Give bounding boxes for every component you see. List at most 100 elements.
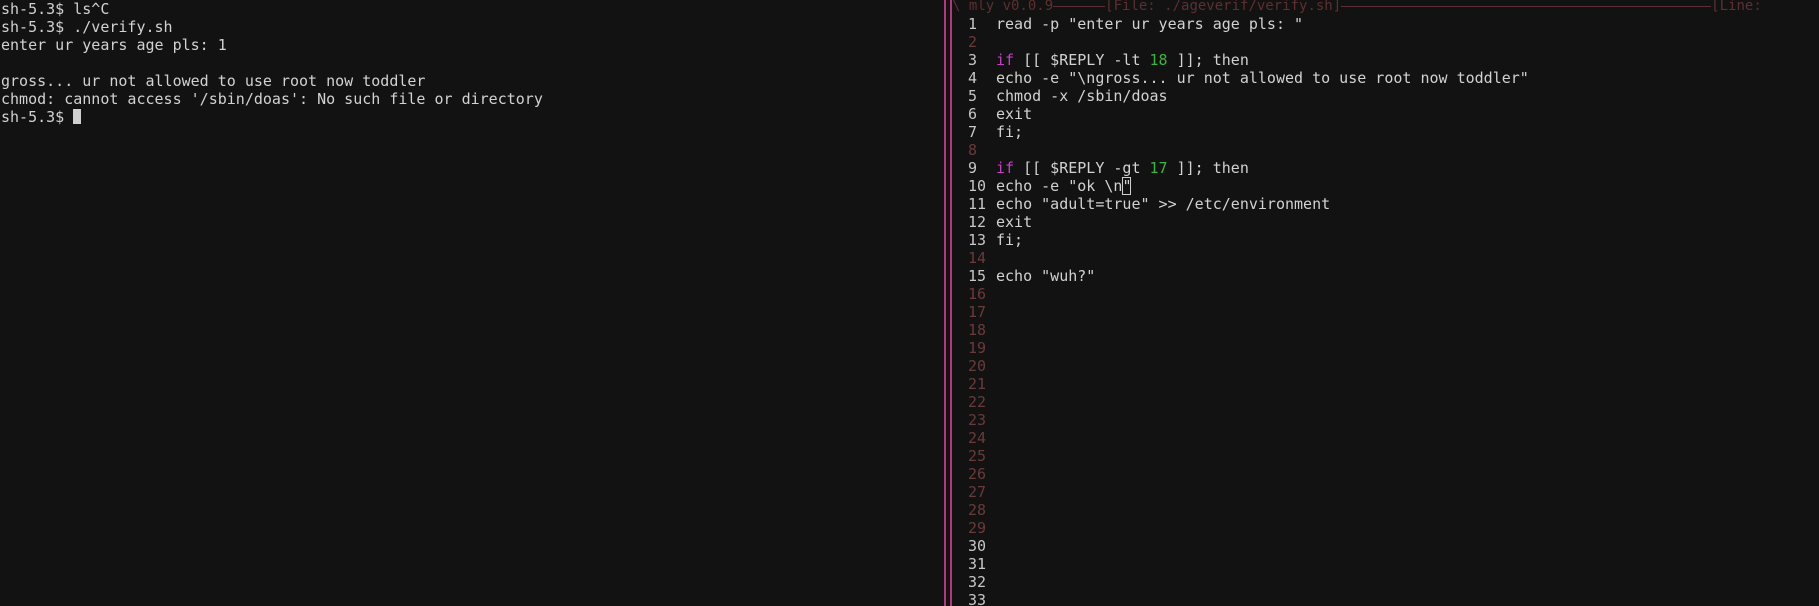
editor-line[interactable]: 23 bbox=[952, 411, 1819, 429]
editor-line[interactable]: 33 bbox=[952, 591, 1819, 606]
editor-line[interactable]: 15 echo "wuh?" bbox=[952, 267, 1819, 285]
editor-line[interactable]: 30 bbox=[952, 537, 1819, 555]
line-number: 29 bbox=[968, 519, 987, 537]
line-number: 8 bbox=[968, 141, 978, 159]
editor-line[interactable]: 6 exit bbox=[952, 105, 1819, 123]
line-number: 12 bbox=[968, 213, 987, 231]
editor-status-header: \ mly v0.0.9 [File: ./ageverif/verify.sh]… bbox=[952, 0, 1819, 14]
line-number: 5 bbox=[968, 87, 978, 105]
editor-line[interactable]: 17 bbox=[952, 303, 1819, 321]
terminal-prompt-line[interactable]: sh-5.3$ bbox=[0, 108, 944, 126]
code-token: [[ $REPLY -lt bbox=[1014, 51, 1150, 69]
code-token: fi; bbox=[996, 123, 1024, 141]
editor-line[interactable]: 24 bbox=[952, 429, 1819, 447]
editor-code-area[interactable]: 1 read -p "enter ur years age pls: " 2 3 if … bbox=[952, 15, 1819, 606]
editor-line[interactable]: 18 bbox=[952, 321, 1819, 339]
terminal-line: enter ur years age pls: 1 bbox=[1, 36, 227, 54]
line-number: 33 bbox=[968, 591, 987, 606]
editor-line[interactable]: 16 bbox=[952, 285, 1819, 303]
line-number: 9 bbox=[968, 159, 978, 177]
code-token: chmod -x /sbin/doas bbox=[996, 87, 1168, 105]
editor-line[interactable]: 29 bbox=[952, 519, 1819, 537]
line-number: 19 bbox=[968, 339, 987, 357]
line-code: fi; bbox=[996, 123, 1023, 141]
line-number: 11 bbox=[968, 195, 987, 213]
editor-line[interactable]: 19 bbox=[952, 339, 1819, 357]
line-code: exit bbox=[996, 105, 1032, 123]
line-number: 1 bbox=[968, 15, 978, 33]
line-number: 15 bbox=[968, 267, 987, 285]
editor-line[interactable]: 20 bbox=[952, 357, 1819, 375]
code-token: 18 bbox=[1149, 51, 1168, 69]
line-number: 14 bbox=[968, 249, 987, 267]
line-code: echo -e "ok \n" bbox=[996, 177, 1132, 195]
line-number: 10 bbox=[968, 177, 987, 195]
line-number: 27 bbox=[968, 483, 987, 501]
terminal-line: sh-5.3$ ls^C bbox=[1, 0, 110, 18]
editor-line[interactable]: 5 chmod -x /sbin/doas bbox=[952, 87, 1819, 105]
code-token: exit bbox=[996, 105, 1033, 123]
terminal-output: sh-5.3$ ls^C sh-5.3$ ./verify.sh enter ur … bbox=[0, 0, 944, 108]
code-token: ]]; then bbox=[1167, 159, 1249, 177]
editor-pane[interactable]: \ mly v0.0.9 [File: ./ageverif/verify.sh]… bbox=[952, 0, 1819, 606]
editor-line[interactable]: 27 bbox=[952, 483, 1819, 501]
code-token: fi; bbox=[996, 231, 1024, 249]
editor-line[interactable]: 10 echo -e "ok \n" bbox=[952, 177, 1819, 195]
code-token: echo -e "\ngross... ur not allowed to us… bbox=[996, 69, 1529, 87]
editor-line[interactable]: 3 if [[ $REPLY -lt 18 ]]; then bbox=[952, 51, 1819, 69]
editor-line[interactable]: 26 bbox=[952, 465, 1819, 483]
code-token: echo "wuh?" bbox=[996, 267, 1096, 285]
code-token: echo -e "ok \n bbox=[996, 177, 1123, 195]
editor-line[interactable]: 9 if [[ $REPLY -gt 17 ]]; then bbox=[952, 159, 1819, 177]
line-number: 6 bbox=[968, 105, 978, 123]
code-token: echo "adult=true" >> /etc/environment bbox=[996, 195, 1331, 213]
editor-cursor: " bbox=[1122, 177, 1132, 195]
line-number: 13 bbox=[968, 231, 987, 249]
editor-line[interactable]: 4 echo -e "\ngross... ur not allowed to u… bbox=[952, 69, 1819, 87]
editor-line[interactable]: 1 read -p "enter ur years age pls: " bbox=[952, 15, 1819, 33]
terminal-prompt: sh-5.3$ bbox=[1, 108, 74, 126]
editor-line[interactable]: 31 bbox=[952, 555, 1819, 573]
code-token: read -p "enter ur years age pls: " bbox=[996, 15, 1304, 33]
editor-line[interactable]: 13 fi; bbox=[952, 231, 1819, 249]
editor-line[interactable]: 7 fi; bbox=[952, 123, 1819, 141]
editor-line[interactable]: 12 exit bbox=[952, 213, 1819, 231]
line-number: 25 bbox=[968, 447, 987, 465]
editor-file-name: [File: ./ageverif/verify.sh] bbox=[1105, 0, 1342, 14]
editor-line[interactable]: 28 bbox=[952, 501, 1819, 519]
pane-divider[interactable] bbox=[944, 0, 946, 606]
line-number: 24 bbox=[968, 429, 987, 447]
editor-line[interactable]: 8 bbox=[952, 141, 1819, 159]
line-number: 4 bbox=[968, 69, 978, 87]
terminal-line: sh-5.3$ ./verify.sh bbox=[1, 18, 173, 36]
line-number: 26 bbox=[968, 465, 987, 483]
line-code: echo "wuh?" bbox=[996, 267, 1095, 285]
editor-line[interactable]: 21 bbox=[952, 375, 1819, 393]
code-token: 17 bbox=[1149, 159, 1168, 177]
line-number: 31 bbox=[968, 555, 987, 573]
editor-line[interactable]: 14 bbox=[952, 249, 1819, 267]
editor-line-indicator: [Line: bbox=[1711, 0, 1762, 14]
terminal-pane[interactable]: sh-5.3$ ls^C sh-5.3$ ./verify.sh enter ur … bbox=[0, 0, 944, 606]
line-number: 30 bbox=[968, 537, 987, 555]
line-number: 28 bbox=[968, 501, 987, 519]
line-code: fi; bbox=[996, 231, 1023, 249]
line-number: 2 bbox=[968, 33, 978, 51]
line-number: 20 bbox=[968, 357, 987, 375]
terminal-cursor bbox=[73, 109, 82, 124]
code-token: if bbox=[996, 159, 1015, 177]
code-token: [[ $REPLY -gt bbox=[1014, 159, 1150, 177]
line-number: 18 bbox=[968, 321, 987, 339]
terminal-line: gross... ur not allowed to use root now … bbox=[1, 72, 426, 90]
line-code: if [[ $REPLY -gt 17 ]]; then bbox=[996, 159, 1249, 177]
code-token: exit bbox=[996, 213, 1033, 231]
terminal-line: chmod: cannot access '/sbin/doas': No su… bbox=[1, 90, 543, 108]
editor-line[interactable]: 25 bbox=[952, 447, 1819, 465]
editor-line[interactable]: 22 bbox=[952, 393, 1819, 411]
editor-line[interactable]: 32 bbox=[952, 573, 1819, 591]
editor-line[interactable]: 11 echo "adult=true" >> /etc/environment bbox=[952, 195, 1819, 213]
line-code: echo "adult=true" >> /etc/environment bbox=[996, 195, 1330, 213]
editor-line[interactable]: 2 bbox=[952, 33, 1819, 51]
line-number: 17 bbox=[968, 303, 987, 321]
